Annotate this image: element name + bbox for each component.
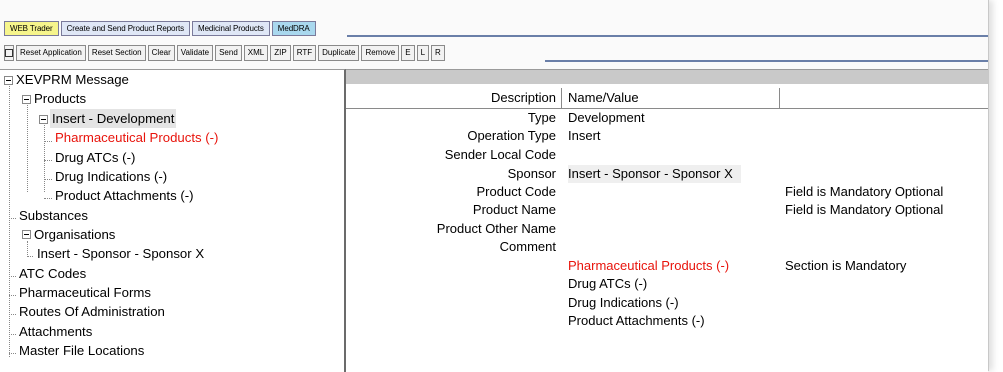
- l-button[interactable]: L: [416, 45, 430, 61]
- tree-item-xevprm-message[interactable]: XEVPRM Message: [16, 70, 129, 89]
- tree-connector: [44, 179, 52, 180]
- details-grid: Description Name/Value Type Development …: [346, 69, 988, 372]
- tab-web-trader[interactable]: WEB Trader: [4, 21, 59, 36]
- row-link-drug-indications[interactable]: Drug Indications (-): [568, 294, 679, 312]
- row-description: Type: [527, 110, 556, 125]
- tab-strip: [347, 35, 988, 37]
- detail-row[interactable]: Product Name Field is Mandatory Optional: [346, 201, 988, 219]
- tree-connector: [27, 102, 28, 192]
- duplicate-button[interactable]: Duplicate: [318, 45, 360, 61]
- toolbar-strip: [545, 60, 988, 62]
- square-icon: [5, 49, 13, 57]
- row-description: Product Other Name: [436, 221, 556, 236]
- e-button[interactable]: E: [401, 45, 415, 61]
- tree-item-organisations[interactable]: Organisations: [34, 225, 115, 244]
- tree-connector: [27, 256, 33, 257]
- detail-row[interactable]: Sponsor Insert - Sponsor - Sponsor X: [346, 165, 988, 183]
- tree-item-substances[interactable]: Substances: [19, 206, 88, 225]
- tree-item-drug-indications[interactable]: Drug Indications (-): [55, 167, 167, 186]
- tree-connector: [44, 122, 45, 192]
- row-validation-note: Field is Mandatory Optional: [785, 202, 944, 217]
- header-description[interactable]: Description: [491, 88, 556, 108]
- tree-connector: [9, 334, 16, 335]
- tree-item-attachments[interactable]: Attachments: [19, 322, 92, 341]
- detail-row[interactable]: Type Development: [346, 109, 988, 127]
- column-separator[interactable]: [561, 88, 562, 109]
- detail-row[interactable]: Pharmaceutical Products (-) Section is M…: [346, 257, 988, 275]
- tab-medicinal-products[interactable]: Medicinal Products: [192, 21, 270, 36]
- row-description: Operation Type: [467, 128, 556, 143]
- tree-item-atc-codes[interactable]: ATC Codes: [19, 264, 86, 283]
- tree-item-routes-of-administration[interactable]: Routes Of Administration: [19, 302, 165, 321]
- tree-item-products[interactable]: Products: [34, 89, 86, 108]
- row-value: Insert - Sponsor - Sponsor X: [568, 165, 741, 183]
- column-separator[interactable]: [779, 88, 780, 109]
- r-button[interactable]: R: [431, 45, 445, 61]
- reset-section-button[interactable]: Reset Section: [87, 45, 146, 61]
- row-link-pharmaceutical-products[interactable]: Pharmaceutical Products (-): [568, 257, 729, 275]
- validate-button[interactable]: Validate: [176, 45, 214, 61]
- detail-row[interactable]: Product Other Name: [346, 220, 988, 238]
- collapse-icon[interactable]: [22, 230, 31, 239]
- send-button[interactable]: Send: [215, 45, 242, 61]
- row-link-product-attachments[interactable]: Product Attachments (-): [568, 312, 705, 330]
- row-description: Comment: [499, 239, 556, 254]
- zip-button[interactable]: ZIP: [270, 45, 291, 61]
- row-value: Development: [568, 110, 645, 125]
- tree-connector: [44, 198, 52, 199]
- tree-item-pharmaceutical-forms[interactable]: Pharmaceutical Forms: [19, 283, 151, 302]
- top-tabs: WEB Trader Create and Send Product Repor…: [4, 21, 316, 36]
- message-tree: XEVPRM Message Products Insert - Develop…: [0, 69, 346, 372]
- app-window: WEB Trader Create and Send Product Repor…: [0, 0, 989, 372]
- tree-item-product-attachments[interactable]: Product Attachments (-): [55, 186, 194, 205]
- detail-row[interactable]: Product Code Field is Mandatory Optional: [346, 183, 988, 201]
- detail-row[interactable]: Comment: [346, 238, 988, 256]
- tree-connector: [9, 218, 16, 219]
- row-description: Product Code: [476, 184, 557, 199]
- row-validation-note: Field is Mandatory Optional: [785, 184, 944, 199]
- tree-connector: [44, 160, 52, 161]
- tree-item-insert-development[interactable]: Insert - Development: [50, 109, 177, 128]
- grid-top-bar: [346, 70, 988, 84]
- collapse-icon[interactable]: [4, 76, 13, 85]
- tab-create-and-send-product-reports[interactable]: Create and Send Product Reports: [60, 21, 190, 36]
- tree-connector: [27, 241, 28, 255]
- row-link-drug-atcs[interactable]: Drug ATCs (-): [568, 275, 647, 293]
- tree-item-master-file-locations[interactable]: Master File Locations: [19, 341, 144, 360]
- square-button[interactable]: [4, 45, 14, 61]
- row-description: Sender Local Code: [444, 147, 556, 162]
- tree-item-insert-sponsor[interactable]: Insert - Sponsor - Sponsor X: [37, 244, 204, 263]
- row-description: Product Name: [472, 202, 556, 217]
- header-name-value[interactable]: Name/Value: [568, 88, 639, 108]
- tree-connector: [9, 353, 16, 354]
- collapse-icon[interactable]: [22, 95, 31, 104]
- rtf-button[interactable]: RTF: [292, 45, 317, 61]
- tree-connector: [9, 276, 16, 277]
- tree-connector: [44, 141, 52, 142]
- reset-application-button[interactable]: Reset Application: [16, 45, 86, 61]
- detail-row[interactable]: Drug ATCs (-): [346, 275, 988, 293]
- row-validation-note: Section is Mandatory: [785, 258, 907, 273]
- tree-connector: [9, 295, 16, 296]
- row-description: Sponsor: [507, 166, 556, 181]
- detail-row[interactable]: Drug Indications (-): [346, 294, 988, 312]
- detail-row[interactable]: Operation Type Insert: [346, 127, 988, 145]
- clear-button[interactable]: Clear: [147, 45, 175, 61]
- tree-connector: [9, 314, 16, 315]
- detail-row[interactable]: Sender Local Code: [346, 146, 988, 164]
- toolbar: Reset Application Reset Section Clear Va…: [4, 45, 445, 61]
- tree-connector: [9, 83, 10, 357]
- tree-item-drug-atcs[interactable]: Drug ATCs (-): [55, 148, 135, 167]
- xml-button[interactable]: XML: [243, 45, 269, 61]
- remove-button[interactable]: Remove: [361, 45, 400, 61]
- collapse-icon[interactable]: [39, 115, 48, 124]
- row-value: Insert: [568, 128, 601, 143]
- grid-header: Description Name/Value: [346, 88, 988, 109]
- tab-meddra[interactable]: MedDRA: [271, 21, 316, 36]
- tree-item-pharmaceutical-products[interactable]: Pharmaceutical Products (-): [55, 128, 218, 147]
- detail-row[interactable]: Product Attachments (-): [346, 312, 988, 330]
